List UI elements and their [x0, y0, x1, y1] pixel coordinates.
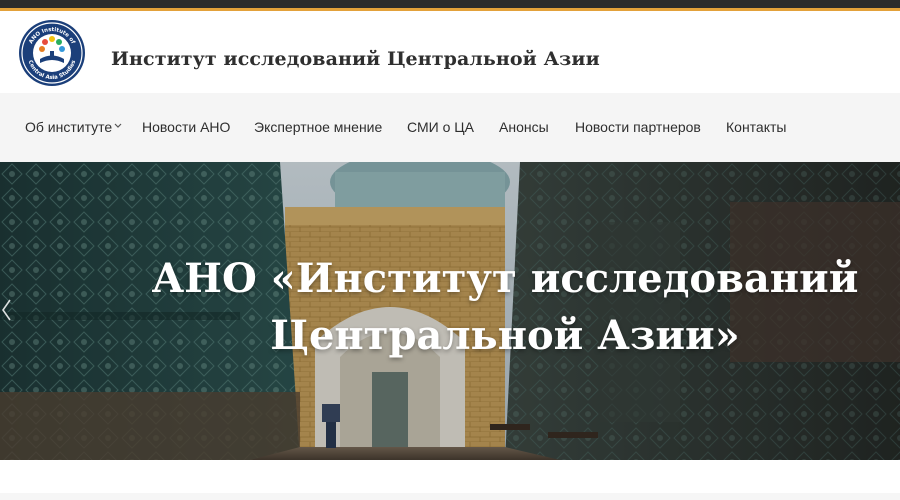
nav-item-label: Об институте [25, 119, 113, 135]
hero-title: АНО «Институт исследований Центральной А… [0, 250, 900, 364]
nav-item-label: Новости АНО [142, 119, 231, 135]
nav-item-label: СМИ о ЦА [407, 119, 474, 135]
hero-slider[interactable]: АНО «Институт исследований Центральной А… [0, 162, 900, 460]
nav-item-media[interactable]: СМИ о ЦА [407, 93, 474, 162]
main-nav: Об институте Новости АНО Экспертное мнен… [0, 93, 900, 162]
nav-item-about[interactable]: Об институте [25, 93, 122, 162]
nav-item-label: Анонсы [499, 119, 549, 135]
hero-title-line-1: АНО «Институт исследований [151, 255, 859, 302]
nav-item-news[interactable]: Новости АНО [142, 93, 230, 162]
nav-item-partner-news[interactable]: Новости партнеров [575, 93, 701, 162]
site-logo[interactable]: ANO Institute of Central Asia Studies [18, 19, 86, 87]
content-area [0, 460, 900, 500]
nav-item-label: Новости партнеров [575, 119, 701, 135]
nav-item-expert-opinion[interactable]: Экспертное мнение [254, 93, 382, 162]
content-divider [0, 493, 900, 500]
hero-title-line-2: Центральной Азии» [270, 312, 740, 359]
nav-item-label: Контакты [726, 119, 787, 135]
chevron-left-icon[interactable] [0, 296, 14, 324]
nav-item-label: Экспертное мнение [254, 119, 383, 135]
chevron-down-icon [114, 123, 122, 128]
site-header: ANO Institute of Central Asia Studies Ин… [0, 11, 900, 93]
site-title[interactable]: Институт исследований Центральной Азии [111, 48, 600, 70]
nav-item-announcements[interactable]: Анонсы [499, 93, 549, 162]
nav-item-contacts[interactable]: Контакты [726, 93, 786, 162]
top-bar [0, 0, 900, 8]
